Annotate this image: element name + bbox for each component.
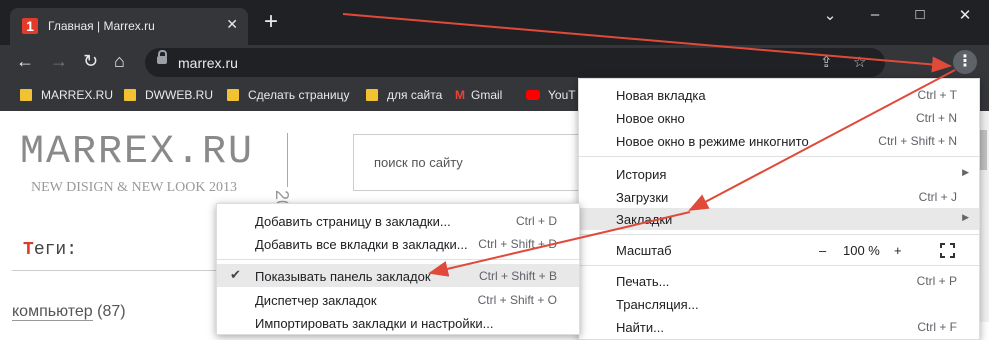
annotation-arrow (688, 69, 956, 211)
annotation-arrows (342, 13, 956, 277)
annotation-arrow (342, 13, 952, 73)
annotation-arrow (428, 211, 691, 277)
